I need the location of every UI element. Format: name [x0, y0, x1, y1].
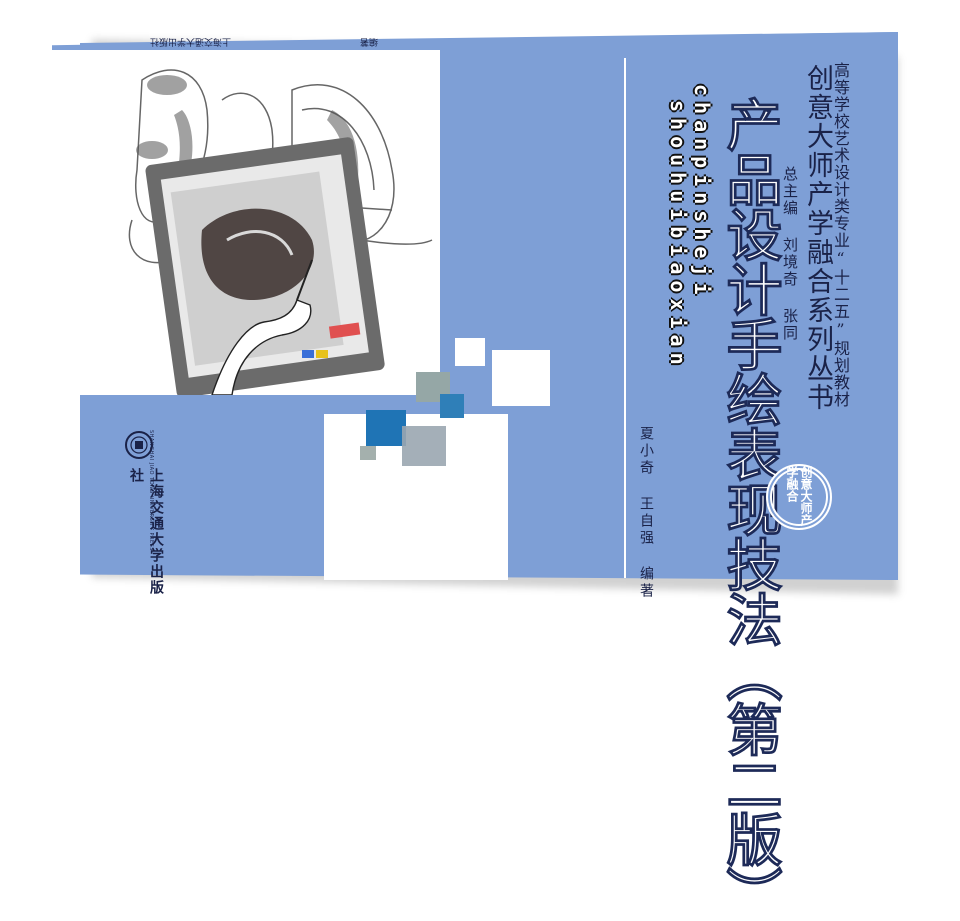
publisher-name: 上海交通大学出版社 — [128, 468, 164, 596]
pinyin-line-2: shouhuibiaoxian — [666, 100, 690, 371]
book-cover-scene: 上海交通大学出版社 编著 高等学校艺术设计类专业“十二五”规划教材 创意大师产学… — [0, 0, 960, 921]
pinyin-line-1: chanpinsheji — [690, 84, 714, 301]
illustration-panel — [52, 50, 440, 395]
decor-square — [366, 410, 406, 446]
decor-square — [455, 338, 485, 366]
spine-editor: 编著 — [360, 36, 379, 46]
series-title: 创意大师产学融合系列丛书 — [802, 64, 833, 412]
chief-editors: 总主编 刘境奇 张同 — [781, 166, 799, 342]
book-title-text: 产品设计手绘表现技法 — [717, 96, 784, 647]
book-edition: （第二版） — [717, 646, 784, 921]
decor-square — [440, 394, 464, 418]
authors: 夏小奇 王自强 编著 — [638, 426, 654, 600]
decor-square — [492, 350, 550, 406]
vertical-divider — [624, 58, 626, 578]
series-stamp: 创意大师产学融合 — [766, 464, 832, 530]
spine-publisher: 上海交通大学出版社 — [150, 36, 232, 46]
decor-square — [360, 446, 376, 460]
decor-square — [402, 426, 446, 466]
stamp-text: 创意大师产学融合 — [785, 466, 813, 526]
design-sketch-illustration — [128, 69, 433, 395]
